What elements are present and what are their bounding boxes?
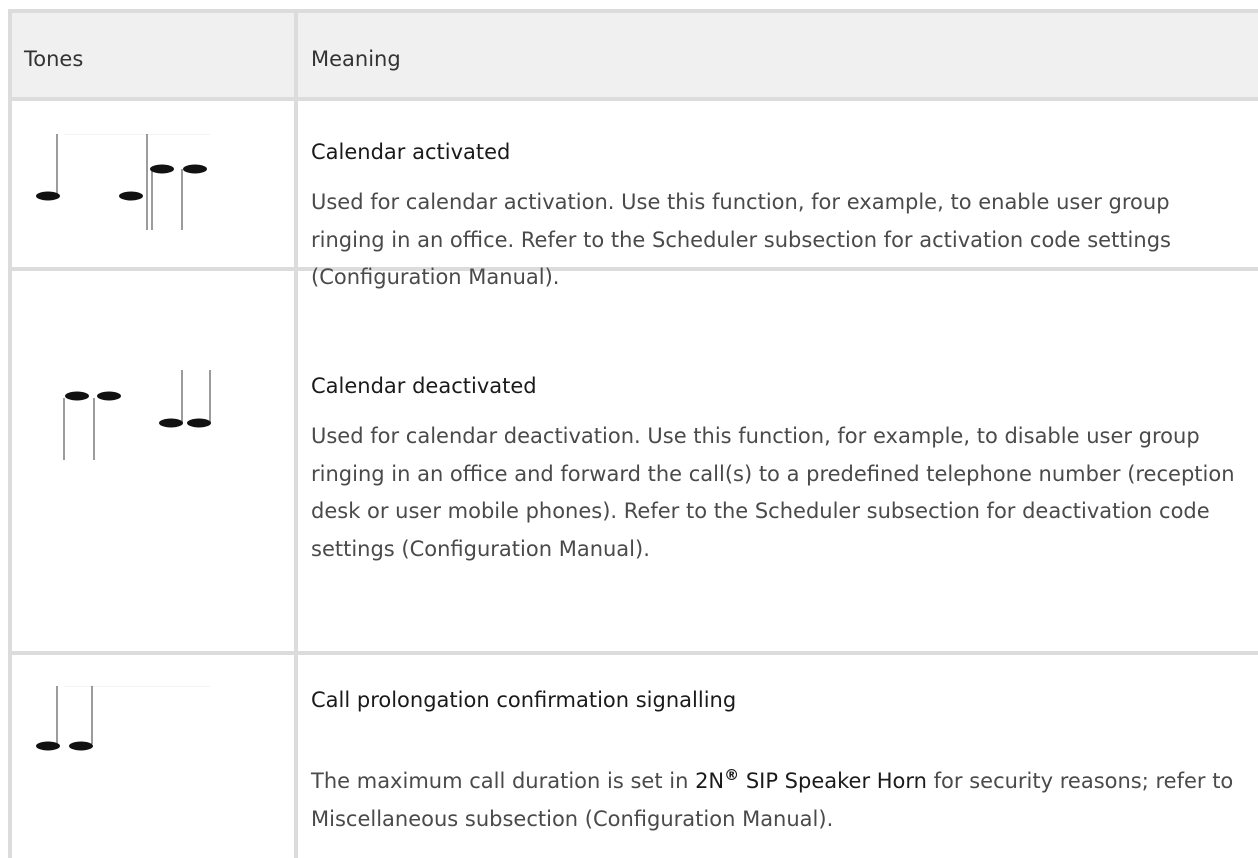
header-tones: Tones <box>24 47 84 71</box>
row-title: Calendar deactivated <box>311 374 537 398</box>
table-border-top <box>8 9 1258 13</box>
table-header <box>12 13 1258 97</box>
row-description: Used for calendar deactivation. Use this… <box>311 424 1235 561</box>
product-name: 2N® SIP Speaker Horn <box>695 766 927 794</box>
rising-notes-icon <box>28 133 218 234</box>
row-divider <box>8 97 1258 101</box>
column-divider <box>294 9 298 858</box>
product-suffix: SIP Speaker Horn <box>739 769 927 793</box>
description-text: The maximum call duration is set in <box>311 769 696 793</box>
registered-mark: ® <box>724 766 740 784</box>
row-divider <box>8 651 1258 655</box>
table-border-left <box>8 9 12 858</box>
two-low-notes-icon <box>28 685 218 760</box>
row-description: Used for calendar activation. Use this f… <box>311 190 1171 289</box>
falling-notes-icon <box>28 368 218 464</box>
header-meaning: Meaning <box>311 47 401 71</box>
product-prefix: 2N <box>695 769 725 793</box>
row-title: Call prolongation confirmation signallin… <box>311 688 737 712</box>
row-description: The maximum call duration is set in 2N® … <box>311 763 1246 838</box>
row-title: Calendar activated <box>311 140 511 164</box>
tones-table: Tones Meaning Calendar activated Used fo… <box>0 0 1258 858</box>
